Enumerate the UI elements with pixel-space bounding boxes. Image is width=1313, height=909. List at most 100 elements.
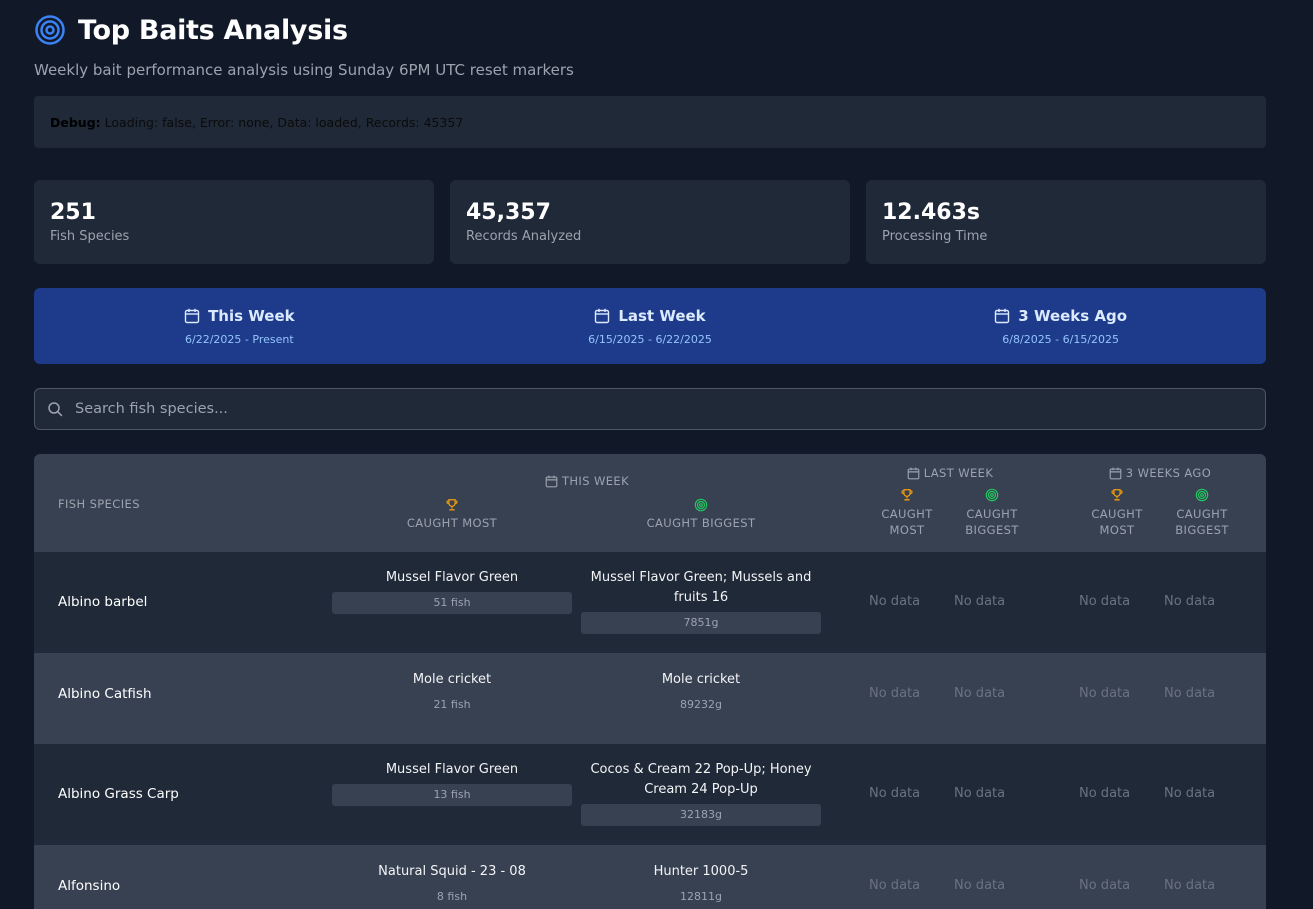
trophy-icon <box>1111 489 1123 501</box>
debug-label: Debug: <box>50 114 101 130</box>
calendar-icon <box>907 467 920 479</box>
caught-biggest-label: CAUGHT BIGGEST <box>646 516 756 530</box>
table-row[interactable]: Albino Catfish Mole cricket 21 fish Mole… <box>34 653 1266 744</box>
bait-name: Cocos & Cream 22 Pop-Up; Honey Cream 24 … <box>590 762 812 797</box>
no-data-text: No data <box>954 878 1006 893</box>
fish-weight: 32183g <box>581 804 821 826</box>
table-row[interactable]: Albino barbel Mussel Flavor Green 51 fis… <box>34 552 1266 653</box>
species-column-header[interactable]: FISH SPECIES <box>58 497 140 511</box>
no-data-text: No data <box>954 786 1006 801</box>
no-data-text: No data <box>869 686 921 701</box>
trophy-icon <box>901 489 913 501</box>
target-icon <box>694 498 708 512</box>
week-tab-this-week[interactable]: This Week 6/22/2025 - Present <box>34 288 445 364</box>
group-label: THIS WEEK <box>561 474 630 488</box>
fish-weight: 89232g <box>680 698 722 711</box>
bait-name: Mole cricket <box>661 672 741 687</box>
this-week-caught-most-header: CAUGHT MOST <box>392 498 512 530</box>
search-bar <box>34 388 1266 430</box>
table-header: FISH SPECIES THIS WEEK CAUGHT MOST CAUGH… <box>34 454 1266 552</box>
last-week-caught-most-header: CAUGHT MOST <box>872 488 942 538</box>
no-data-text: No data <box>1079 686 1131 701</box>
caught-most-label: CAUGHT MOST <box>406 516 498 530</box>
fish-count: 21 fish <box>433 698 471 711</box>
this-week-group-header: THIS WEEK <box>532 474 642 488</box>
stat-value: 12.463s <box>882 200 980 225</box>
no-data-text: No data <box>869 786 921 801</box>
species-name: Albino barbel <box>58 594 148 610</box>
table-row[interactable]: Alfonsino Natural Squid - 23 - 08 8 fish… <box>34 845 1266 909</box>
page-subtitle: Weekly bait performance analysis using S… <box>34 61 574 79</box>
bait-name: Mussel Flavor Green <box>385 762 519 777</box>
biggest-label: BIGGEST <box>965 523 1019 537</box>
this-week-caught-most-cell: Natural Squid - 23 - 08 8 fish <box>332 862 572 908</box>
stats-row: 251 Fish Species 45,357 Records Analyzed… <box>34 180 1266 264</box>
week-tab-3-weeks-ago[interactable]: 3 Weeks Ago 6/8/2025 - 6/15/2025 <box>855 288 1266 364</box>
species-name: Albino Grass Carp <box>58 786 179 802</box>
target-icon <box>35 15 65 45</box>
3-weeks-ago-caught-most-header: CAUGHT MOST <box>1082 488 1152 538</box>
this-week-caught-biggest-cell: Cocos & Cream 22 Pop-Up; Honey Cream 24 … <box>581 760 821 826</box>
stat-card-records: 45,357 Records Analyzed <box>450 180 850 264</box>
this-week-caught-most-cell: Mussel Flavor Green 51 fish <box>332 568 572 614</box>
caught-label: CAUGHT <box>1091 507 1143 521</box>
stat-card-processing-time: 12.463s Processing Time <box>866 180 1266 264</box>
caught-label: CAUGHT <box>881 507 933 521</box>
baits-table: FISH SPECIES THIS WEEK CAUGHT MOST CAUGH… <box>34 454 1266 909</box>
page: Top Baits Analysis Weekly bait performan… <box>0 0 1313 909</box>
species-name: Albino Catfish <box>58 686 152 702</box>
fish-count: 51 fish <box>332 592 572 614</box>
caught-label: CAUGHT <box>966 507 1018 521</box>
group-label: LAST WEEK <box>923 466 994 480</box>
calendar-icon <box>1109 467 1122 479</box>
biggest-label: BIGGEST <box>1175 523 1229 537</box>
group-label: 3 WEEKS AGO <box>1125 466 1212 480</box>
bait-name: Hunter 1000-5 <box>653 864 749 879</box>
search-icon <box>48 402 63 417</box>
no-data-text: No data <box>1164 878 1216 893</box>
fish-count: 13 fish <box>332 784 572 806</box>
week-range: 6/15/2025 - 6/22/2025 <box>588 332 712 346</box>
no-data-text: No data <box>1079 786 1131 801</box>
fish-weight: 7851g <box>581 612 821 634</box>
week-selector: This Week 6/22/2025 - Present Last Week … <box>34 288 1266 364</box>
stat-label: Fish Species <box>50 229 130 244</box>
this-week-caught-most-cell: Mole cricket 21 fish <box>332 670 572 716</box>
page-header: Top Baits Analysis <box>34 14 348 46</box>
caught-label: CAUGHT <box>1176 507 1228 521</box>
most-label: MOST <box>889 523 925 537</box>
bait-name: Mole cricket <box>412 672 492 687</box>
last-week-caught-biggest-header: CAUGHT BIGGEST <box>952 488 1032 538</box>
debug-text: Loading: false, Error: none, Data: loade… <box>104 114 464 130</box>
bait-name: Mussel Flavor Green; Mussels and fruits … <box>590 570 812 605</box>
3-weeks-ago-group-header: 3 WEEKS AGO <box>1106 466 1214 480</box>
stat-label: Records Analyzed <box>466 229 582 244</box>
last-week-group-header: LAST WEEK <box>902 466 998 480</box>
this-week-caught-most-cell: Mussel Flavor Green 13 fish <box>332 760 572 806</box>
no-data-text: No data <box>1164 686 1216 701</box>
no-data-text: No data <box>1164 786 1216 801</box>
search-input[interactable] <box>75 401 1225 417</box>
target-icon <box>1195 488 1209 502</box>
no-data-text: No data <box>954 594 1006 609</box>
no-data-text: No data <box>869 594 921 609</box>
table-row[interactable]: Albino Grass Carp Mussel Flavor Green 13… <box>34 744 1266 845</box>
week-name: Last Week <box>618 306 706 325</box>
this-week-caught-biggest-cell: Mussel Flavor Green; Mussels and fruits … <box>581 568 821 634</box>
week-range: 6/22/2025 - Present <box>185 332 294 346</box>
stat-label: Processing Time <box>882 229 988 244</box>
week-name: This Week <box>208 306 295 325</box>
bait-name: Natural Squid - 23 - 08 <box>378 864 526 879</box>
stat-card-species: 251 Fish Species <box>34 180 434 264</box>
stat-value: 251 <box>50 200 96 225</box>
bait-name: Mussel Flavor Green <box>385 570 519 585</box>
this-week-caught-biggest-cell: Hunter 1000-5 12811g <box>581 862 821 908</box>
most-label: MOST <box>1099 523 1135 537</box>
debug-panel: Debug: Loading: false, Error: none, Data… <box>34 96 1266 148</box>
stat-value: 45,357 <box>466 200 551 225</box>
week-tab-last-week[interactable]: Last Week 6/15/2025 - 6/22/2025 <box>445 288 856 364</box>
no-data-text: No data <box>1079 594 1131 609</box>
no-data-text: No data <box>869 878 921 893</box>
no-data-text: No data <box>1079 878 1131 893</box>
week-name: 3 Weeks Ago <box>1018 306 1128 325</box>
